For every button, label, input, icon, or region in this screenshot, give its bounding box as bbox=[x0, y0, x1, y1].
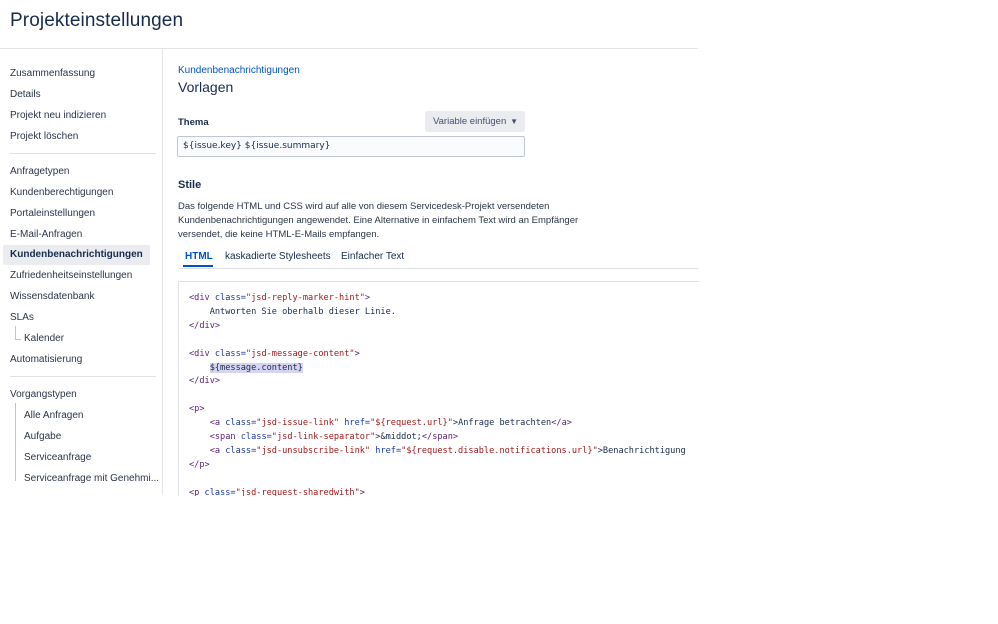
code-token: "${request.url}" bbox=[370, 418, 453, 429]
code-token: </a> bbox=[551, 418, 572, 429]
sidebar-item-alle-anfragen[interactable]: Alle Anfragen bbox=[24, 409, 84, 423]
sidebar-item-portaleinstellungen[interactable]: Portaleinstellungen bbox=[10, 207, 95, 221]
code-token: <span bbox=[189, 432, 241, 443]
code-token: "jsd-issue-link" bbox=[256, 418, 340, 429]
sidebar-item-e-mail-anfragen[interactable]: E-Mail-Anfragen bbox=[10, 228, 82, 242]
code-token: <p> bbox=[189, 404, 205, 415]
subject-label: Thema bbox=[178, 117, 209, 128]
chevron-down-icon: ▼ bbox=[510, 117, 518, 126]
subject-input[interactable]: ${issue.key} ${issue.summary} bbox=[177, 136, 525, 157]
code-token: </div> bbox=[189, 376, 221, 387]
code-token: Antworten Sie oberhalb dieser Linie. bbox=[189, 306, 396, 317]
code-token: "jsd-unsubscribe-link" bbox=[256, 445, 371, 456]
code-token: class= bbox=[240, 432, 272, 443]
sidebar-border bbox=[162, 49, 163, 495]
code-token: <p bbox=[189, 487, 205, 496]
tab-kaskadierte-stylesheets[interactable]: kaskadierte Stylesheets bbox=[225, 251, 331, 262]
code-token: href= bbox=[339, 418, 371, 429]
code-token: <a bbox=[189, 445, 226, 456]
code-content: <div class="jsd-reply-marker-hint"> Antw… bbox=[189, 292, 686, 496]
code-token: class= bbox=[225, 445, 257, 456]
code-token: </div> bbox=[189, 320, 221, 331]
tab-html[interactable]: HTML bbox=[185, 251, 213, 262]
sidebar-divider bbox=[10, 376, 156, 377]
code-token: class= bbox=[204, 487, 236, 496]
sidebar-item-zusammenfassung[interactable]: Zusammenfassung bbox=[10, 67, 95, 81]
sidebar-item-kalender[interactable]: Kalender bbox=[24, 332, 64, 346]
code-token: <a bbox=[189, 418, 226, 429]
sidebar-item-vorgangstypen[interactable]: Vorgangstypen bbox=[10, 388, 77, 402]
sidebar-item-automatisierung[interactable]: Automatisierung bbox=[10, 353, 82, 367]
sidebar-item-aufgabe[interactable]: Aufgabe bbox=[24, 430, 61, 444]
code-highlighted-variable: ${message.content} bbox=[209, 362, 303, 373]
sidebar-item-zufriedenheitseinstellungen[interactable]: Zufriedenheitseinstellungen bbox=[10, 269, 132, 283]
active-tab-indicator bbox=[183, 265, 213, 267]
code-token: > bbox=[359, 487, 365, 496]
sidebar-item-projekt-neu-indizieren[interactable]: Projekt neu indizieren bbox=[10, 109, 106, 123]
page-title: Projekteinstellungen bbox=[10, 10, 184, 31]
sidebar-item-slas[interactable]: SLAs bbox=[10, 311, 34, 325]
code-token: "jsd-message-content" bbox=[245, 348, 355, 359]
header-divider bbox=[0, 48, 698, 49]
code-editor[interactable]: <div class="jsd-reply-marker-hint"> Antw… bbox=[178, 281, 699, 496]
code-token: <div bbox=[189, 348, 215, 359]
tab-einfacher-text[interactable]: Einfacher Text bbox=[341, 251, 404, 262]
code-token: class= bbox=[225, 418, 257, 429]
code-token: </span> bbox=[421, 432, 459, 443]
code-token: >Benachrichtigung bbox=[597, 445, 686, 456]
tree-connector bbox=[15, 403, 16, 481]
insert-variable-button[interactable]: Variable einfügen ▼ bbox=[425, 111, 525, 132]
code-token: >&middot; bbox=[375, 432, 422, 443]
code-token: <div bbox=[189, 293, 215, 303]
sidebar-item-anfragetypen[interactable]: Anfragetypen bbox=[10, 165, 70, 179]
code-token: href= bbox=[370, 445, 402, 456]
sidebar-item-wissensdatenbank[interactable]: Wissensdatenbank bbox=[10, 290, 95, 304]
breadcrumb[interactable]: Kundenbenachrichtigungen bbox=[178, 65, 300, 76]
code-token: "jsd-reply-marker-hint" bbox=[245, 293, 365, 303]
sidebar-item-serviceanfrage-mit-genehmigung[interactable]: Serviceanfrage mit Genehmi... bbox=[24, 472, 159, 486]
tab-bar: HTML kaskadierte Stylesheets Einfacher T… bbox=[178, 249, 698, 269]
sidebar-item-details[interactable]: Details bbox=[10, 88, 41, 102]
sidebar-item-kundenberechtigungen[interactable]: Kundenberechtigungen bbox=[10, 186, 113, 200]
sidebar-divider bbox=[10, 153, 156, 154]
code-token: class= bbox=[214, 348, 246, 359]
code-token: >Anfrage betrachten bbox=[452, 418, 552, 429]
styles-description: Das folgende HTML und CSS wird auf alle … bbox=[178, 201, 579, 240]
code-token: class= bbox=[214, 293, 246, 303]
code-token: "jsd-link-separator" bbox=[271, 432, 376, 443]
sidebar-item-projekt-loeschen[interactable]: Projekt löschen bbox=[10, 130, 78, 144]
code-token: > bbox=[364, 293, 371, 303]
sidebar-item-serviceanfrage[interactable]: Serviceanfrage bbox=[24, 451, 91, 465]
tree-connector-tick bbox=[15, 339, 21, 340]
styles-title: Stile bbox=[178, 179, 202, 191]
section-title: Vorlagen bbox=[178, 79, 234, 95]
code-token: > bbox=[354, 348, 360, 359]
sidebar-item-kundenbenachrichtigungen[interactable]: Kundenbenachrichtigungen bbox=[3, 245, 150, 265]
code-token: "jsd-request-sharedwith" bbox=[235, 487, 360, 496]
code-token: "${request.disable.notifications.url}" bbox=[401, 445, 598, 456]
tree-connector bbox=[15, 326, 16, 339]
insert-variable-label: Variable einfügen bbox=[433, 116, 507, 127]
code-token: </p> bbox=[189, 459, 210, 470]
